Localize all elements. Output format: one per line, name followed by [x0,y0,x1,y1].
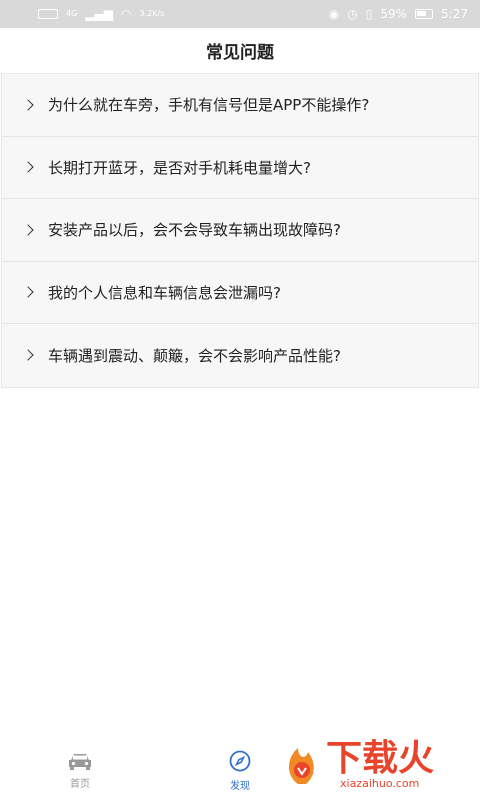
alarm-icon: ◷ [347,7,358,21]
faq-question: 车辆遇到震动、颠簸，会不会影响产品性能? [48,346,341,365]
faq-question: 安装产品以后，会不会导致车辆出现故障码? [48,221,341,240]
network-type: 4G [66,9,78,18]
watermark-url: xiazaihuo.com [340,777,419,790]
faq-item-5[interactable]: 车辆遇到震动、颠簸，会不会影响产品性能? [2,324,478,387]
battery-percent: 59% [380,7,408,21]
watermark-logo: 下载火 xiazaihuo.com [289,738,434,790]
page-title: 常见问题 [206,43,274,63]
faq-item-3[interactable]: 安装产品以后，会不会导致车辆出现故障码? [2,199,478,262]
status-bar: 4G ▂▄▆ ◠ 3.2K/s ◉ ◷ ▯ 59% 5:27 [0,0,480,28]
signal-icon: ▂▄▆ [85,7,113,21]
network-speed: 3.2K/s [139,9,165,18]
chevron-right-icon [22,224,34,236]
status-left: 4G ▂▄▆ ◠ 3.2K/s [38,7,164,21]
nav-home[interactable]: 首页 [0,740,160,800]
chevron-right-icon [22,161,34,173]
nav-home-label: 首页 [70,778,90,790]
eye-icon: ◉ [328,7,340,21]
chevron-right-icon [22,99,34,111]
chevron-right-icon [22,349,34,361]
wifi-icon: ◠ [120,7,132,21]
faq-item-4[interactable]: 我的个人信息和车辆信息会泄漏吗? [2,261,478,324]
watermark-brand: 下载火 [326,738,434,779]
car-icon [69,753,91,770]
faq-question: 我的个人信息和车辆信息会泄漏吗? [48,283,281,302]
faq-question: 为什么就在车旁，手机有信号但是APP不能操作? [48,96,370,115]
faq-list: 为什么就在车旁，手机有信号但是APP不能操作? 长期打开蓝牙，是否对手机耗电量增… [1,74,479,388]
battery-icon [415,9,434,19]
nav-discover-label: 发现 [230,780,250,792]
status-right: ◉ ◷ ▯ 59% 5:27 [329,7,468,21]
clock: 5:27 [441,7,468,21]
chevron-right-icon [22,286,34,298]
compass-icon [229,750,251,771]
faq-question: 长期打开蓝牙，是否对手机耗电量增大? [48,158,311,177]
vibrate-icon: ▯ [365,7,373,21]
screen: 4G ▂▄▆ ◠ 3.2K/s ◉ ◷ ▯ 59% 5:27 常见问题 为什么就… [0,0,480,800]
sim-icon [38,9,58,19]
header: 常见问题 [0,28,480,74]
faq-item-2[interactable]: 长期打开蓝牙，是否对手机耗电量增大? [2,136,478,199]
faq-item-1[interactable]: 为什么就在车旁，手机有信号但是APP不能操作? [2,74,478,137]
